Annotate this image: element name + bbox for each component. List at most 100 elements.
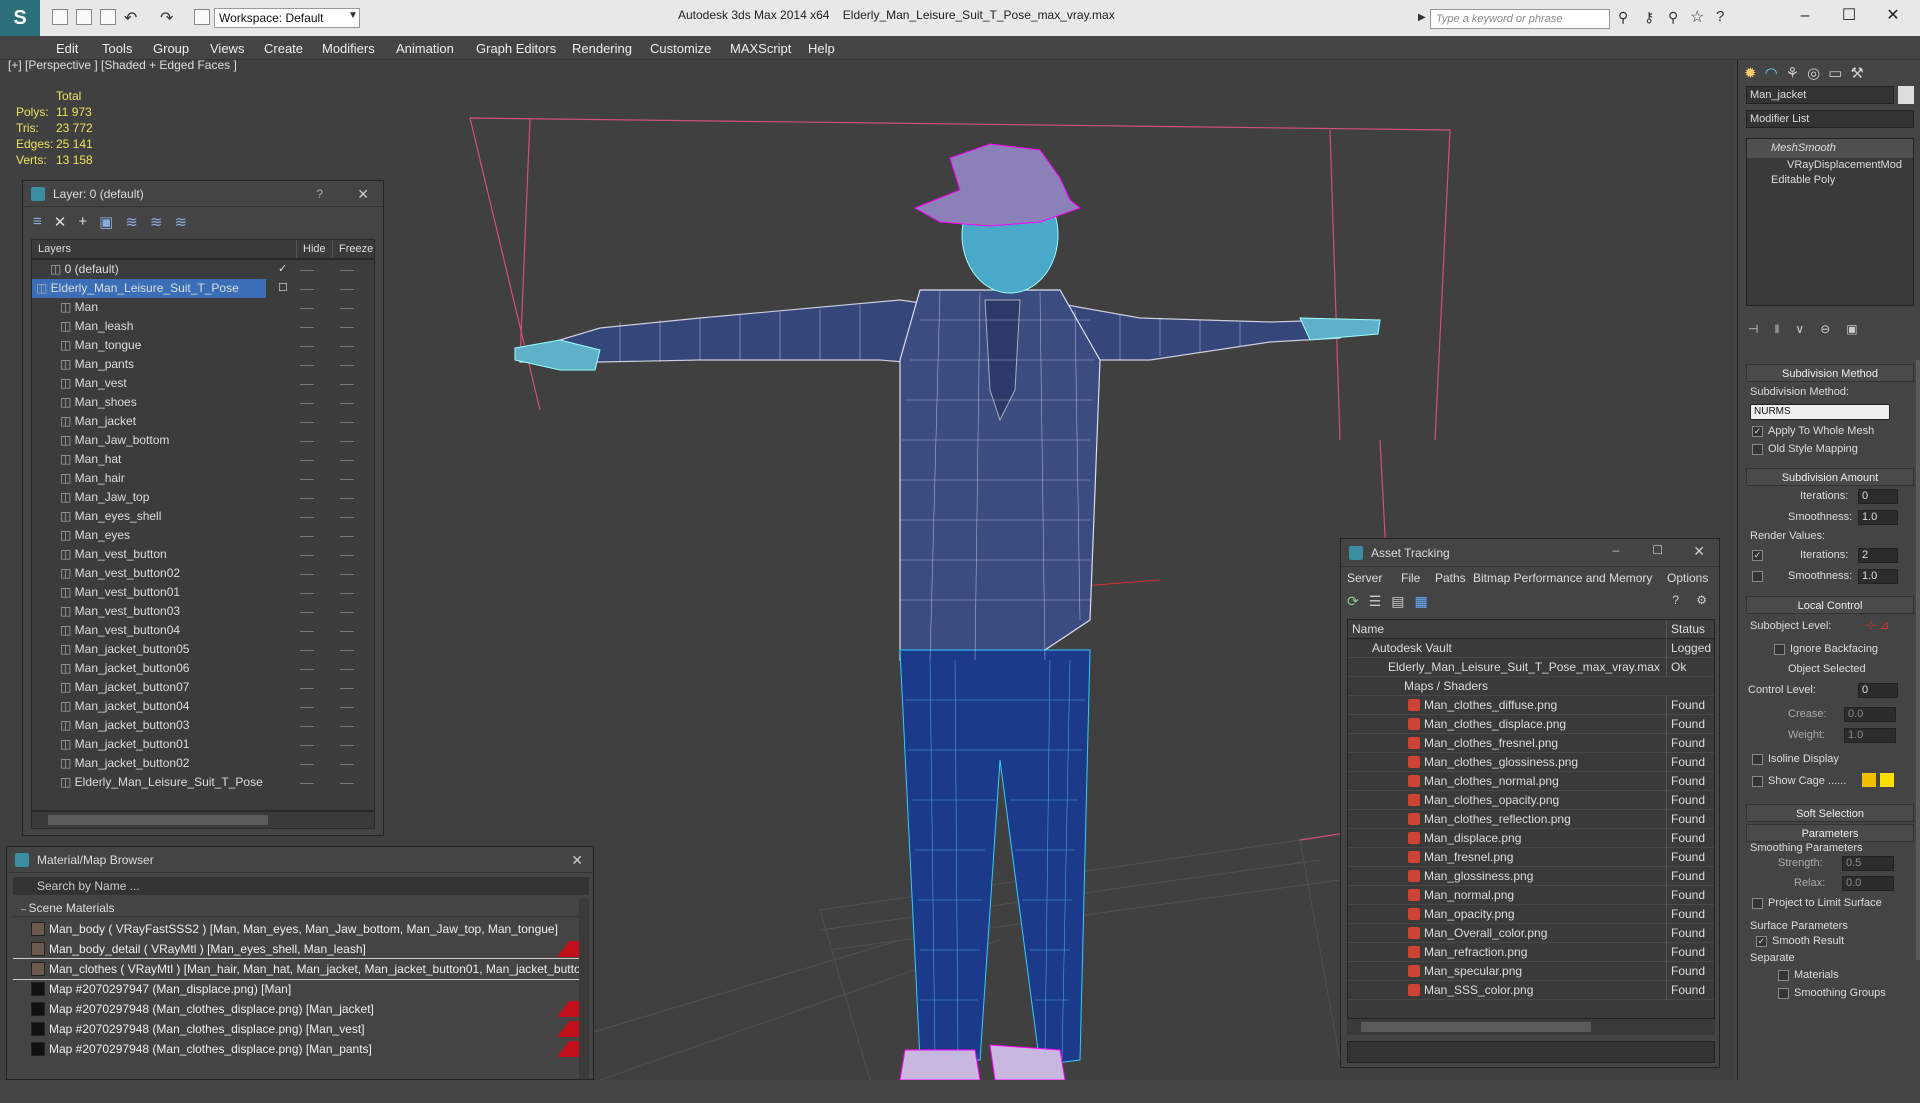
layer-freeze-toggle[interactable] — [340, 688, 354, 689]
asset-map-row[interactable]: Man_refraction.png Found — [1348, 943, 1714, 962]
subdivision-method-select[interactable]: NURMS — [1750, 404, 1890, 420]
layer-freeze-toggle[interactable] — [340, 403, 354, 404]
search-input[interactable]: Type a keyword or phrase — [1430, 9, 1610, 29]
asset-row-file[interactable]: Elderly_Man_Leisure_Suit_T_Pose_max_vray… — [1348, 658, 1714, 677]
material-row[interactable]: Man_clothes ( VRayMtl ) [Man_hair, Man_h… — [13, 958, 589, 980]
layer-object-item[interactable]: ◫ Man_jacket_button05 — [32, 640, 374, 659]
cage-color-swatch-2[interactable] — [1880, 773, 1894, 787]
column-freeze[interactable]: Freeze — [332, 240, 373, 258]
create-tab-icon[interactable]: ✹ — [1744, 64, 1757, 82]
layer-freeze-toggle[interactable] — [340, 384, 354, 385]
layer-object-item[interactable]: ◫ Man_vest_button01 — [32, 583, 374, 602]
stack-editable-poly[interactable]: Editable Poly — [1747, 173, 1913, 188]
old-style-mapping-checkbox[interactable] — [1752, 444, 1763, 455]
layer-freeze-toggle[interactable] — [340, 650, 354, 651]
layer-freeze-toggle[interactable] — [340, 365, 354, 366]
active-layer-check-icon[interactable]: ✓ — [278, 262, 287, 275]
asset-row-maps-group[interactable]: Maps / Shaders — [1348, 677, 1714, 696]
layer-freeze-toggle[interactable] — [340, 308, 354, 309]
asset-map-row[interactable]: Man_clothes_normal.png Found — [1348, 772, 1714, 791]
workspace-dropdown[interactable]: Workspace: Default — [214, 8, 360, 28]
connect-icon[interactable]: ⚲ — [1668, 9, 1678, 26]
column-layers[interactable]: Layers — [38, 240, 71, 258]
scrollbar-thumb[interactable] — [48, 815, 268, 825]
open-file-icon[interactable] — [76, 9, 92, 25]
minimize-icon[interactable]: – — [1612, 543, 1619, 557]
material-row[interactable]: Map #2070297948 (Man_clothes_displace.pn… — [13, 999, 589, 1019]
favorites-star-icon[interactable]: ☆ — [1690, 7, 1704, 27]
layer-freeze-toggle[interactable] — [340, 422, 354, 423]
layer-object-item[interactable]: ◫ Man_jacket_button06 — [32, 659, 374, 678]
menu-views[interactable]: Views — [210, 41, 244, 56]
chevron-down-icon[interactable]: ▼ — [348, 10, 358, 21]
key-icon[interactable]: ⚷ — [1644, 9, 1654, 26]
asset-map-row[interactable]: Man_clothes_opacity.png Found — [1348, 791, 1714, 810]
layer-hide-toggle[interactable] — [300, 574, 314, 575]
layer-freeze-toggle[interactable] — [340, 555, 354, 556]
crease-spinner[interactable]: 0.0 — [1844, 707, 1896, 722]
material-row[interactable]: Map #2070297948 (Man_clothes_displace.pn… — [13, 1019, 589, 1039]
column-name[interactable]: Name — [1352, 620, 1592, 639]
layer-freeze-toggle[interactable] — [340, 726, 354, 727]
close-icon[interactable]: ✕ — [357, 186, 369, 203]
column-hide[interactable]: Hide — [296, 240, 326, 258]
close-icon[interactable]: ✕ — [571, 852, 583, 869]
layer-hide-toggle[interactable] — [300, 688, 314, 689]
asset-map-row[interactable]: Man_opacity.png Found — [1348, 905, 1714, 924]
material-row[interactable]: Man_body ( VRayFastSSS2 ) [Man, Man_eyes… — [13, 919, 589, 939]
layer-default[interactable]: ◫ 0 (default) — [32, 260, 374, 279]
layer-hide-toggle[interactable] — [300, 631, 314, 632]
separate-materials-checkbox[interactable] — [1778, 970, 1789, 981]
layer-object-item[interactable]: ◫ Elderly_Man_Leisure_Suit_T_Pose — [32, 773, 374, 792]
refresh-icon[interactable]: ⟳ — [1347, 593, 1359, 610]
layer-object-item[interactable]: ◫ Man — [32, 298, 374, 317]
delete-layer-icon[interactable]: ✕ — [54, 213, 67, 235]
close-icon[interactable]: ✕ — [1693, 543, 1705, 560]
menu-modifiers[interactable]: Modifiers — [322, 41, 375, 56]
layer-object-item[interactable]: ◫ Man_jacket_button02 — [32, 754, 374, 773]
layer-hide-toggle[interactable] — [300, 479, 314, 480]
section-subdivision-method[interactable]: Subdivision Method — [1746, 364, 1914, 382]
layer-object-item[interactable]: ◫ Man_jacket_button01 — [32, 735, 374, 754]
configure-sets-icon[interactable]: ▣ — [1846, 322, 1857, 336]
section-parameters[interactable]: Parameters — [1746, 824, 1914, 842]
asset-menu-bitmap[interactable]: Bitmap Performance and Memory — [1473, 571, 1652, 585]
help-icon[interactable]: ? — [1672, 593, 1679, 607]
motion-tab-icon[interactable]: ◎ — [1807, 64, 1820, 82]
asset-menu-options[interactable]: Options — [1667, 571, 1708, 585]
asset-menu-file[interactable]: File — [1401, 571, 1420, 585]
remove-modifier-icon[interactable]: ⊖ — [1820, 322, 1830, 336]
close-icon[interactable]: ✕ — [1878, 4, 1908, 28]
freeze-all-icon[interactable]: ≋ — [174, 213, 187, 235]
object-name-field[interactable]: Man_jacket — [1746, 86, 1894, 104]
asset-row-vault[interactable]: Autodesk Vault Logged O — [1348, 639, 1714, 658]
asset-map-row[interactable]: Man_SSS_color.png Found — [1348, 981, 1714, 1000]
redo-icon[interactable]: ↷ — [160, 8, 173, 28]
utilities-tab-icon[interactable]: ⚒ — [1850, 64, 1863, 82]
layer-object-item[interactable]: ◫ Man_eyes_shell — [32, 507, 374, 526]
weight-spinner[interactable]: 1.0 — [1844, 728, 1896, 743]
asset-path-field[interactable] — [1347, 1041, 1715, 1063]
layer-freeze-toggle[interactable] — [340, 498, 354, 499]
asset-map-row[interactable]: Man_clothes_diffuse.png Found — [1348, 696, 1714, 715]
separate-smoothing-checkbox[interactable] — [1778, 988, 1789, 999]
iterations-spinner[interactable]: 0 — [1858, 489, 1898, 504]
layer-hide-toggle[interactable] — [300, 536, 314, 537]
asset-map-row[interactable]: Man_clothes_glossiness.png Found — [1348, 753, 1714, 772]
layer-object-item[interactable]: ◫ Man_jacket — [32, 412, 374, 431]
layer-hide-toggle[interactable] — [300, 707, 314, 708]
menu-group[interactable]: Group — [153, 41, 189, 56]
layer-object-item[interactable]: ◫ Man_shoes — [32, 393, 374, 412]
app-logo-icon[interactable]: S — [0, 0, 40, 36]
make-unique-icon[interactable]: ∨ — [1795, 322, 1804, 336]
layer-freeze-toggle[interactable] — [340, 593, 354, 594]
layer-hide-toggle[interactable] — [300, 403, 314, 404]
layer-object-item[interactable]: ◫ Man_hair — [32, 469, 374, 488]
layer-freeze-toggle[interactable] — [340, 270, 354, 271]
stack-meshsmooth[interactable]: MeshSmooth — [1747, 139, 1913, 158]
layer-hide-toggle[interactable] — [300, 745, 314, 746]
layer-freeze-toggle[interactable] — [340, 745, 354, 746]
pin-stack-icon[interactable]: ⊣ — [1748, 322, 1758, 336]
collapse-icon[interactable]: – — [21, 904, 29, 914]
layer-freeze-toggle[interactable] — [340, 517, 354, 518]
